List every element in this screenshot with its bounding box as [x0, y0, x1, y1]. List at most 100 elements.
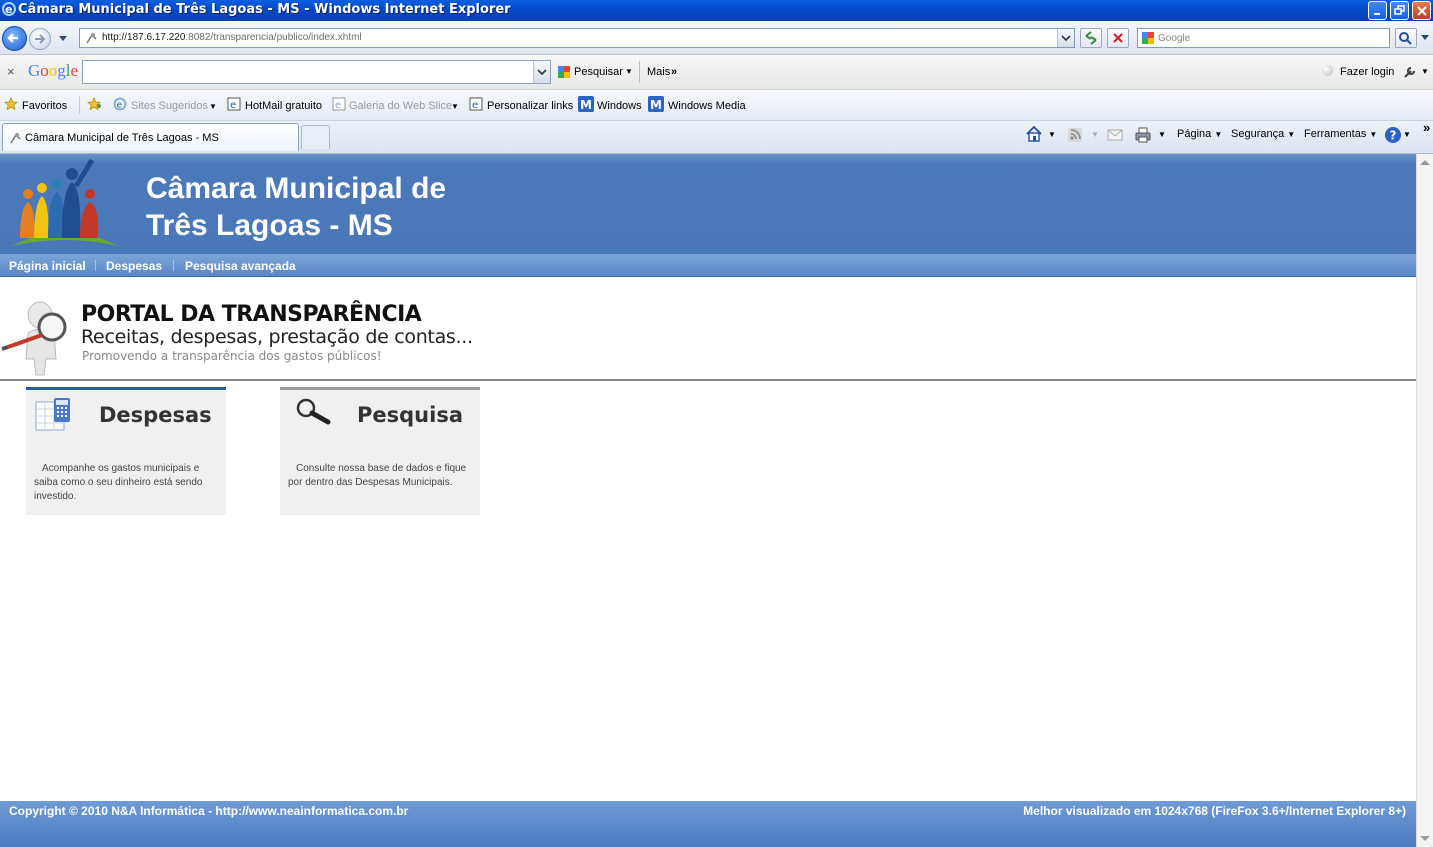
- refresh-icon: [1085, 31, 1097, 45]
- address-dropdown-button[interactable]: [1057, 29, 1074, 47]
- chevron-down-icon[interactable]: ▼: [1158, 130, 1166, 139]
- page-icon: [86, 33, 97, 44]
- windows-live-icon: M: [578, 96, 594, 112]
- google-search-dropdown[interactable]: [533, 61, 550, 83]
- refresh-button[interactable]: [1080, 28, 1102, 48]
- svg-text:e: e: [5, 3, 12, 16]
- google-logo: Google: [28, 61, 79, 80]
- favorite-link-windows-media[interactable]: Windows Media: [668, 100, 746, 112]
- card-despesas-description: Acompanhe os gastos municipais e saiba c…: [34, 463, 203, 502]
- favorite-link-hotmail[interactable]: HotMail gratuito: [245, 100, 322, 112]
- nav-pesquisa-avancada[interactable]: Pesquisa avançada: [185, 259, 296, 273]
- google-search-provider-icon: [1142, 32, 1154, 44]
- print-icon[interactable]: [1134, 126, 1152, 144]
- chevron-down-icon[interactable]: ▼: [1091, 130, 1099, 139]
- svg-text:e: e: [230, 100, 236, 111]
- portal-banner: PORTAL DA TRANSPARÊNCIA Receitas, despes…: [0, 277, 1416, 380]
- more-button[interactable]: Mais: [647, 66, 670, 78]
- google-search-input[interactable]: [82, 60, 551, 84]
- magnifier-person-icon: [1, 301, 67, 376]
- favorites-button[interactable]: Favoritos: [22, 100, 67, 112]
- card-pesquisa-title: Pesquisa: [357, 403, 463, 427]
- close-window-button[interactable]: [1412, 1, 1431, 20]
- help-icon[interactable]: ?: [1384, 126, 1402, 144]
- page-icon: [10, 133, 21, 144]
- search-go-button[interactable]: [1395, 28, 1417, 48]
- nav-separator: [173, 260, 174, 271]
- security-menu[interactable]: Segurança ▼: [1231, 128, 1295, 140]
- restore-icon: [1394, 5, 1405, 15]
- forward-button[interactable]: [29, 28, 51, 50]
- ie-page-icon: e: [113, 97, 127, 111]
- address-bar[interactable]: http://187.6.17.220:8082/transparencia/p…: [79, 28, 1075, 48]
- page-menu[interactable]: Página ▼: [1177, 128, 1222, 140]
- site-header: Câmara Municipal de Três Lagoas - MS: [0, 154, 1416, 254]
- nav-despesas[interactable]: Despesas: [106, 259, 162, 273]
- chevron-down-icon: [537, 69, 547, 76]
- svg-text:e: e: [117, 101, 123, 111]
- chevron-down-icon[interactable]: ▼: [451, 102, 459, 111]
- new-tab-button[interactable]: [301, 125, 330, 149]
- nav-separator: [95, 260, 96, 271]
- favbar-divider: [79, 96, 80, 114]
- more-commands-icon[interactable]: »: [1423, 120, 1430, 135]
- chevron-down-icon: [1061, 35, 1071, 42]
- portal-tagline: Promovendo a transparência dos gastos pú…: [82, 349, 382, 363]
- google-search-button[interactable]: Pesquisar: [574, 66, 623, 78]
- ie-page-icon: e: [332, 97, 346, 111]
- svg-text:e: e: [472, 100, 478, 111]
- rss-feed-icon[interactable]: [1067, 127, 1083, 143]
- back-button[interactable]: [2, 26, 27, 51]
- close-toolbar-icon[interactable]: ×: [7, 64, 15, 79]
- search-box[interactable]: Google: [1137, 28, 1390, 48]
- svg-text:M: M: [650, 98, 662, 112]
- double-chevron-icon: »: [671, 66, 678, 78]
- favorite-link-personalizar[interactable]: Personalizar links: [487, 100, 573, 112]
- vertical-scrollbar[interactable]: [1416, 154, 1433, 847]
- scroll-down-icon[interactable]: [1420, 836, 1430, 841]
- chevron-down-icon[interactable]: ▼: [1421, 67, 1429, 76]
- chevron-down-icon[interactable]: ▼: [1403, 130, 1411, 139]
- favorite-link-windows[interactable]: Windows: [597, 100, 642, 112]
- card-despesas[interactable]: Despesas Acompanhe os gastos municipais …: [26, 387, 226, 515]
- address-row: http://187.6.17.220:8082/transparencia/p…: [0, 21, 1433, 55]
- site-nav: Página inicial Despesas Pesquisa avançad…: [0, 254, 1416, 277]
- portal-subtitle: Receitas, despesas, prestação de contas.…: [81, 326, 473, 348]
- wrench-icon[interactable]: [1402, 64, 1418, 80]
- home-icon[interactable]: [1025, 125, 1043, 143]
- minimize-button[interactable]: [1368, 1, 1387, 20]
- tab-row: Câmara Municipal de Três Lagoas - MS ▼ ▼…: [0, 120, 1433, 154]
- favorites-star-icon: [4, 97, 18, 111]
- search-icon: [1399, 32, 1412, 45]
- recent-pages-dropdown-icon[interactable]: [58, 35, 68, 43]
- google-toolbar: × Google Pesquisar ▼ Mais » Fazer login …: [0, 55, 1433, 90]
- footer-copyright: Copyright © 2010 N&A Informática - http:…: [9, 804, 409, 818]
- chevron-down-icon[interactable]: ▼: [625, 67, 633, 76]
- magnifying-glass-icon: [296, 398, 331, 425]
- mail-icon[interactable]: [1107, 128, 1123, 142]
- card-pesquisa[interactable]: Pesquisa Consulte nossa base de dados e …: [280, 387, 480, 515]
- favorite-link-sites-sugeridos[interactable]: Sites Sugeridos: [131, 100, 208, 112]
- login-status-icon: [1322, 65, 1333, 76]
- favorite-link-web-slice-gallery[interactable]: Galeria do Web Slice: [349, 100, 452, 112]
- tab-active[interactable]: Câmara Municipal de Três Lagoas - MS: [2, 123, 299, 151]
- card-pesquisa-description: Consulte nossa base de dados e fique por…: [288, 463, 467, 488]
- site-footer: Copyright © 2010 N&A Informática - http:…: [0, 801, 1416, 847]
- card-despesas-title: Despesas: [99, 403, 212, 427]
- restore-button[interactable]: [1390, 1, 1409, 20]
- scroll-up-icon[interactable]: [1420, 160, 1430, 165]
- window-titlebar: e Câmara Municipal de Três Lagoas - MS -…: [0, 0, 1433, 21]
- window-title: Câmara Municipal de Três Lagoas - MS - W…: [18, 2, 511, 17]
- minimize-icon: [1374, 13, 1380, 15]
- stop-button[interactable]: [1107, 28, 1129, 48]
- add-to-favorites-icon[interactable]: [87, 97, 101, 111]
- page-viewport: Câmara Municipal de Três Lagoas - MS Pág…: [0, 154, 1416, 847]
- nav-home[interactable]: Página inicial: [9, 259, 86, 273]
- svg-text:?: ?: [1390, 129, 1397, 143]
- tools-menu[interactable]: Ferramentas ▼: [1304, 128, 1377, 140]
- chevron-down-icon[interactable]: ▼: [1048, 130, 1056, 139]
- chevron-down-icon[interactable]: ▼: [209, 102, 217, 111]
- search-options-dropdown-icon[interactable]: [1420, 34, 1430, 42]
- ie-page-icon: e: [469, 97, 483, 111]
- login-button[interactable]: Fazer login: [1340, 66, 1394, 78]
